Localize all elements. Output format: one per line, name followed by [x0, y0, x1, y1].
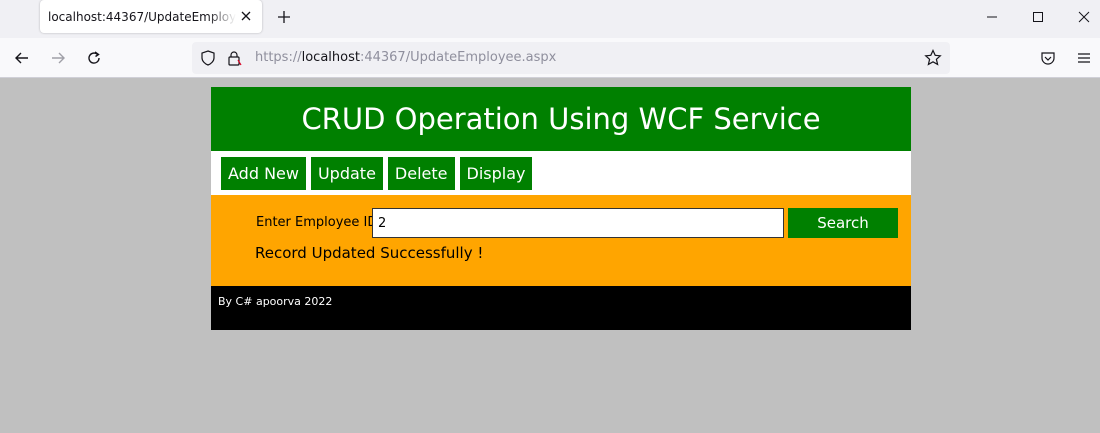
maximize-button[interactable]: [1015, 0, 1061, 33]
menu-add-new-link[interactable]: Add New: [221, 156, 306, 190]
hamburger-icon: [1078, 53, 1090, 63]
page-container: CRUD Operation Using WCF Service Add New…: [211, 87, 911, 330]
url-prefix: https://: [255, 50, 302, 65]
menu-button[interactable]: [1072, 46, 1096, 70]
tab-title: localhost:44367/UpdateEmployee.aspx: [48, 9, 236, 24]
minimize-button[interactable]: [969, 0, 1015, 33]
close-window-button[interactable]: [1061, 0, 1100, 33]
pocket-icon: [1041, 52, 1055, 65]
pocket-button[interactable]: [1036, 46, 1060, 70]
plus-icon: [278, 11, 290, 23]
status-message: Record Updated Successfully !: [255, 244, 484, 262]
url-path: :44367/UpdateEmployee.aspx: [359, 50, 557, 65]
footer-text: By C# apoorva 2022: [218, 295, 333, 308]
reload-button[interactable]: [82, 46, 106, 70]
employee-id-input[interactable]: [372, 208, 784, 238]
maximize-icon: [1033, 11, 1043, 22]
close-window-icon: [1078, 11, 1090, 22]
shield-icon[interactable]: [200, 50, 216, 70]
employee-id-label: Enter Employee ID: [256, 215, 378, 230]
arrow-right-icon: [52, 52, 65, 64]
navigation-bar: https://localhost:44367/UpdateEmployee.a…: [0, 38, 1100, 78]
menu-update-link[interactable]: Update: [310, 156, 383, 190]
nav-menu: Add New Update Delete Display: [211, 151, 911, 195]
reload-icon: [88, 51, 100, 64]
new-tab-button[interactable]: [274, 7, 294, 27]
browser-tab[interactable]: localhost:44367/UpdateEmployee.aspx: [40, 0, 262, 33]
lock-icon[interactable]: [226, 50, 242, 70]
back-button[interactable]: [10, 46, 34, 70]
page-title: CRUD Operation Using WCF Service: [301, 102, 821, 136]
forward-button[interactable]: [46, 46, 70, 70]
url-host: localhost: [301, 50, 360, 65]
tab-strip: localhost:44367/UpdateEmployee.aspx: [0, 0, 1100, 38]
close-icon[interactable]: [238, 8, 254, 24]
page-header: CRUD Operation Using WCF Service: [211, 87, 911, 151]
menu-delete-link[interactable]: Delete: [387, 156, 455, 190]
url-text[interactable]: https://localhost:44367/UpdateEmployee.a…: [255, 50, 556, 65]
address-bar[interactable]: https://localhost:44367/UpdateEmployee.a…: [192, 42, 950, 74]
search-button[interactable]: Search: [788, 208, 898, 238]
minimize-icon: [987, 16, 997, 17]
page-footer: By C# apoorva 2022: [211, 286, 911, 330]
arrow-left-icon: [15, 52, 28, 64]
menu-display-link[interactable]: Display: [459, 156, 533, 190]
content-panel: Enter Employee ID Search Record Updated …: [211, 195, 911, 286]
bookmark-star-icon[interactable]: [924, 49, 942, 71]
